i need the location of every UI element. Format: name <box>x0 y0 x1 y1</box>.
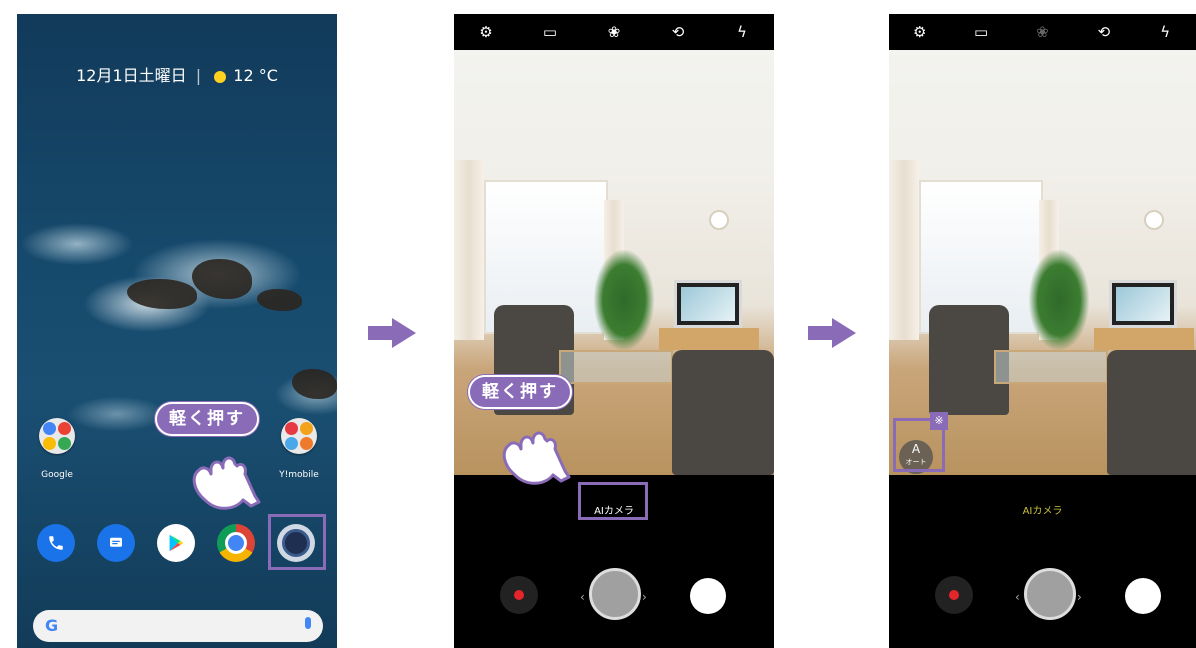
curtain <box>889 160 919 340</box>
switch-camera-icon[interactable]: ⟲ <box>666 23 690 41</box>
record-dot-icon <box>949 590 959 600</box>
divider: | <box>195 66 202 85</box>
arrow-right-icon <box>368 318 416 348</box>
viewfinder[interactable] <box>454 50 774 475</box>
ai-camera-highlight <box>578 482 648 520</box>
temperature-text: 12 °C <box>233 66 278 85</box>
wall-clock <box>709 210 729 230</box>
play-store-icon[interactable] <box>157 524 195 562</box>
filter-icon[interactable]: ❀ <box>602 23 626 41</box>
hand-pointer-icon <box>502 431 571 485</box>
sun-icon <box>214 70 227 83</box>
ymobile-folder-label: Y!mobile <box>279 470 319 480</box>
messages-icon[interactable] <box>97 524 135 562</box>
gallery-thumbnail[interactable] <box>1125 578 1161 614</box>
shutter-button[interactable] <box>1024 568 1076 620</box>
camera-controls: ‹ › <box>889 564 1196 634</box>
arrow-right-icon <box>808 318 856 348</box>
camera-controls: ‹ › <box>454 564 774 634</box>
chevron-right-icon: › <box>1077 590 1082 604</box>
record-button[interactable] <box>500 576 538 614</box>
chevron-left-icon: ‹ <box>580 590 585 604</box>
filter-icon: ❀ <box>1036 23 1049 41</box>
camera-screen-2: ⚙ ▭ ❀ ⟲ ϟ A オート AIカメラ ‹ › <box>889 14 1196 648</box>
sofa <box>1107 350 1196 475</box>
tap-callout-camera: 軽く押す <box>468 375 572 409</box>
google-search-bar[interactable]: G <box>33 610 323 642</box>
google-folder[interactable] <box>39 418 75 454</box>
google-g-icon: G <box>45 616 59 635</box>
tv <box>1109 280 1177 328</box>
switch-camera-icon[interactable]: ⟲ <box>1092 23 1116 41</box>
coffee-table <box>994 350 1108 384</box>
tv-stand <box>659 328 759 350</box>
aspect-ratio-icon[interactable]: ▭ <box>538 23 562 41</box>
camera-top-bar: ⚙ ▭ ❀ ⟲ ϟ <box>454 14 774 50</box>
record-dot-icon <box>514 590 524 600</box>
settings-icon[interactable]: ⚙ <box>908 23 932 41</box>
wallpaper-rock <box>192 259 252 299</box>
plant <box>594 250 654 350</box>
chevron-right-icon: › <box>642 590 647 604</box>
tap-callout-home: 軽く押す <box>155 402 259 436</box>
plant <box>1029 250 1089 350</box>
wallpaper-rock <box>292 369 337 399</box>
camera-icon-highlight <box>268 514 326 570</box>
coffee-table <box>559 350 673 384</box>
flash-off-icon[interactable]: ϟ <box>1153 23 1177 41</box>
camera-top-bar: ⚙ ▭ ❀ ⟲ ϟ <box>889 14 1196 50</box>
settings-icon[interactable]: ⚙ <box>474 23 498 41</box>
record-button[interactable] <box>935 576 973 614</box>
aspect-ratio-icon[interactable]: ▭ <box>969 23 993 41</box>
shutter-button[interactable] <box>589 568 641 620</box>
gallery-thumbnail[interactable] <box>690 578 726 614</box>
chrome-center <box>225 532 247 554</box>
wallpaper-rock <box>127 279 197 309</box>
date-text: 12月1日土曜日 <box>76 66 187 85</box>
hand-pointer-icon <box>192 456 261 510</box>
mic-icon[interactable] <box>305 617 311 629</box>
note-mark: ※ <box>930 412 948 430</box>
phone-icon[interactable] <box>37 524 75 562</box>
tv <box>674 280 742 328</box>
flash-off-icon[interactable]: ϟ <box>730 23 754 41</box>
wall-clock <box>1144 210 1164 230</box>
wallpaper-rock <box>257 289 302 311</box>
chrome-icon[interactable] <box>217 524 255 562</box>
ymobile-folder[interactable] <box>281 418 317 454</box>
date-weather-widget[interactable]: 12月1日土曜日 | 12 °C <box>17 62 337 86</box>
camera-screen-1: ⚙ ▭ ❀ ⟲ ϟ AIカメラ ‹ › <box>454 14 774 648</box>
chevron-left-icon: ‹ <box>1015 590 1020 604</box>
google-folder-label: Google <box>41 470 73 480</box>
tv-stand <box>1094 328 1194 350</box>
camera-mode-label[interactable]: AIカメラ <box>889 502 1196 517</box>
curtain <box>454 160 484 340</box>
sofa <box>672 350 774 475</box>
